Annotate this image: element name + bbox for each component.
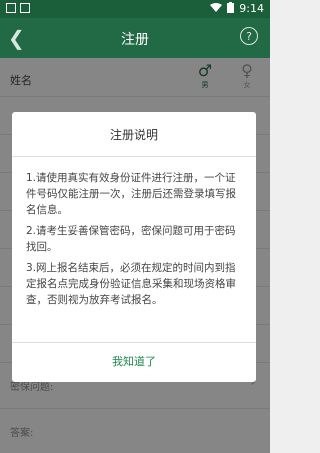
system-icons: 9:14 [210, 2, 264, 16]
registration-notice-dialog: 注册说明 1.请使用真实有效身份证件进行注册，一个证件号码仅能注册一次，注册后还… [12, 112, 256, 382]
notice-item: 2.请考生妥善保管密码，密保问题可用于密码找回。 [26, 225, 236, 253]
app-bar: ❮ 注册 ? [0, 18, 270, 58]
image-notification-icon [20, 3, 30, 13]
dialog-title: 注册说明 [109, 128, 158, 142]
page-title: 注册 [121, 32, 149, 48]
notice-item: 3.网上报名结束后，必须在规定的时间内到指定报名点完成身份验证信息采集和现场资格… [26, 262, 236, 306]
wifi-icon [210, 2, 223, 16]
dialog-body: 1.请使用真实有效身份证件进行注册，一个证件号码仅能注册一次，注册后还需登录填写… [26, 170, 244, 313]
clock: 9:14 [239, 2, 264, 15]
status-bar: 9:14 [0, 0, 270, 18]
notice-item: 1.请使用真实有效身份证件进行注册，一个证件号码仅能注册一次，注册后还需登录填写… [26, 172, 236, 216]
confirm-button[interactable]: 我知道了 [12, 342, 256, 382]
notification-icons [6, 3, 30, 13]
divider [12, 156, 256, 157]
notification-icon [6, 3, 16, 13]
help-icon[interactable]: ? [240, 27, 258, 45]
battery-icon [227, 2, 235, 16]
